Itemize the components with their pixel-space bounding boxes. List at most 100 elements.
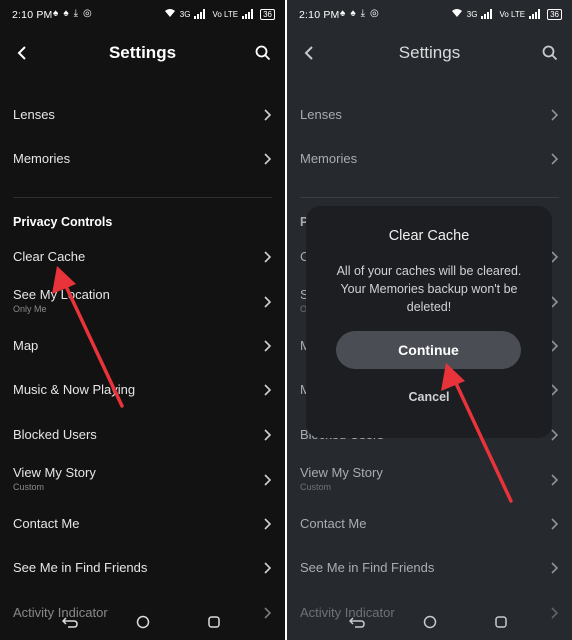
recents-nav-button[interactable] [206,614,222,630]
item-label: View My Story [300,465,383,480]
network-label-3: 3G [466,9,478,19]
settings-screen-left: 2:10 PM ♠ ♠ ⤓ ◎ 3G Vo LTE 36 Settings Le… [0,0,285,640]
settings-item-music[interactable]: Music & Now Playing [0,382,285,422]
settings-item-contact-me[interactable]: Contact Me [287,516,572,556]
chevron-right-icon [548,151,560,167]
snapchat-icon-2: ♠ [350,8,356,19]
settings-item-view-my-story[interactable]: View My Story Custom [287,465,572,505]
item-label: Lenses [300,107,342,122]
home-nav-icon [423,615,437,629]
settings-item-clear-cache[interactable]: Clear Cache [0,249,285,289]
back-nav-icon [349,617,365,628]
settings-item-lenses[interactable]: Lenses [287,107,572,147]
chevron-right-icon [261,427,273,443]
recents-nav-icon [495,616,507,628]
signal-icon-2 [242,9,256,19]
snapchat-icon: ♠ [340,8,346,19]
item-label: See Me in Find Friends [13,560,148,575]
clear-cache-dialog: Clear Cache All of your caches will be c… [306,206,552,438]
divider [300,197,559,198]
status-time: 2:10 PM [12,9,53,21]
back-nav-icon [62,617,78,628]
signal-icon-2 [529,9,543,19]
wifi-icon [451,8,463,20]
search-button[interactable] [251,41,275,65]
android-nav-bar [287,604,572,640]
item-label: View My Story [13,465,96,480]
settings-item-see-me-find-friends[interactable]: See Me in Find Friends [287,560,572,600]
snapchat-icon: ♠ [53,8,59,19]
dialog-title: Clear Cache [388,228,470,244]
chevron-right-icon [261,338,273,354]
download-icon: ⤓ [73,8,79,19]
settings-item-memories[interactable]: Memories [0,151,285,191]
settings-item-see-me-find-friends[interactable]: See Me in Find Friends [0,560,285,600]
settings-item-see-my-location[interactable]: See My Location Only Me [0,287,285,327]
chevron-right-icon [548,516,560,532]
settings-item-blocked-users[interactable]: Blocked Users [0,427,285,467]
dialog-message: All of your caches will be cleared. Your… [336,264,522,314]
snapchat-icon-2: ♠ [63,8,69,19]
page-title: Settings [398,43,461,62]
item-label: Music & Now Playing [13,382,136,397]
item-label: Memories [13,151,71,166]
chevron-right-icon [548,472,560,488]
chevron-right-icon [261,107,273,123]
search-button[interactable] [538,41,562,65]
item-label: Contact Me [300,516,367,531]
notification-icons: ♠ ♠ ⤓ ◎ [53,8,92,19]
chevron-right-icon [548,107,560,123]
section-title-privacy: Privacy Controls [13,215,113,229]
app-icon: ◎ [83,8,92,19]
back-nav-button[interactable] [62,614,78,630]
status-time: 2:10 PM [299,9,340,21]
settings-item-map[interactable]: Map [0,338,285,378]
item-sublabel: Custom [13,482,45,492]
cancel-button[interactable]: Cancel [306,390,552,404]
home-nav-button[interactable] [135,614,151,630]
search-icon [255,45,271,61]
signal-icon [194,9,208,19]
android-nav-bar [0,604,285,640]
system-icons: 3G Vo LTE 36 [451,8,562,20]
app-icon: ◎ [370,8,379,19]
home-nav-icon [136,615,150,629]
page-title: Settings [108,43,177,62]
item-label: Lenses [13,107,55,122]
chevron-right-icon [261,472,273,488]
settings-item-contact-me[interactable]: Contact Me [0,516,285,556]
home-nav-button[interactable] [422,614,438,630]
battery-icon: 36 [547,8,562,20]
status-bar: 2:10 PM ♠ ♠ ⤓ ◎ 3G Vo LTE 36 [0,0,285,30]
item-label: Contact Me [13,516,80,531]
item-label: See Me in Find Friends [300,560,435,575]
top-bar: Settings [287,32,572,76]
item-label: Blocked Users [13,427,97,442]
chevron-right-icon [261,151,273,167]
settings-item-view-my-story[interactable]: View My Story Custom [0,465,285,505]
chevron-right-icon [261,294,273,310]
signal-icon [481,9,495,19]
network-label-1: 3G [179,9,191,19]
status-bar: 2:10 PM ♠ ♠ ⤓ ◎ 3G Vo LTE 36 [287,0,572,30]
chevron-right-icon [261,249,273,265]
item-label: Map [13,338,39,353]
settings-screen-right: 2:10 PM ♠ ♠ ⤓ ◎ 3G Vo LTE 36 Settings Le… [287,0,572,640]
continue-button[interactable]: Continue [336,331,521,369]
download-icon: ⤓ [360,8,366,19]
battery-icon: 36 [260,8,275,20]
notification-icons: ♠ ♠ ⤓ ◎ [340,8,379,19]
item-label: Memories [300,151,358,166]
settings-item-lenses[interactable]: Lenses [0,107,285,147]
recents-nav-button[interactable] [493,614,509,630]
system-icons: 3G Vo LTE 36 [164,8,275,20]
recents-nav-icon [208,616,220,628]
settings-item-memories[interactable]: Memories [287,151,572,191]
back-nav-button[interactable] [349,614,365,630]
divider [13,197,272,198]
chevron-right-icon [261,382,273,398]
network-label-2: Vo LTE [212,9,239,19]
chevron-right-icon [261,560,273,576]
network-label-4: Vo LTE [499,9,526,19]
item-sublabel: Custom [300,482,332,492]
